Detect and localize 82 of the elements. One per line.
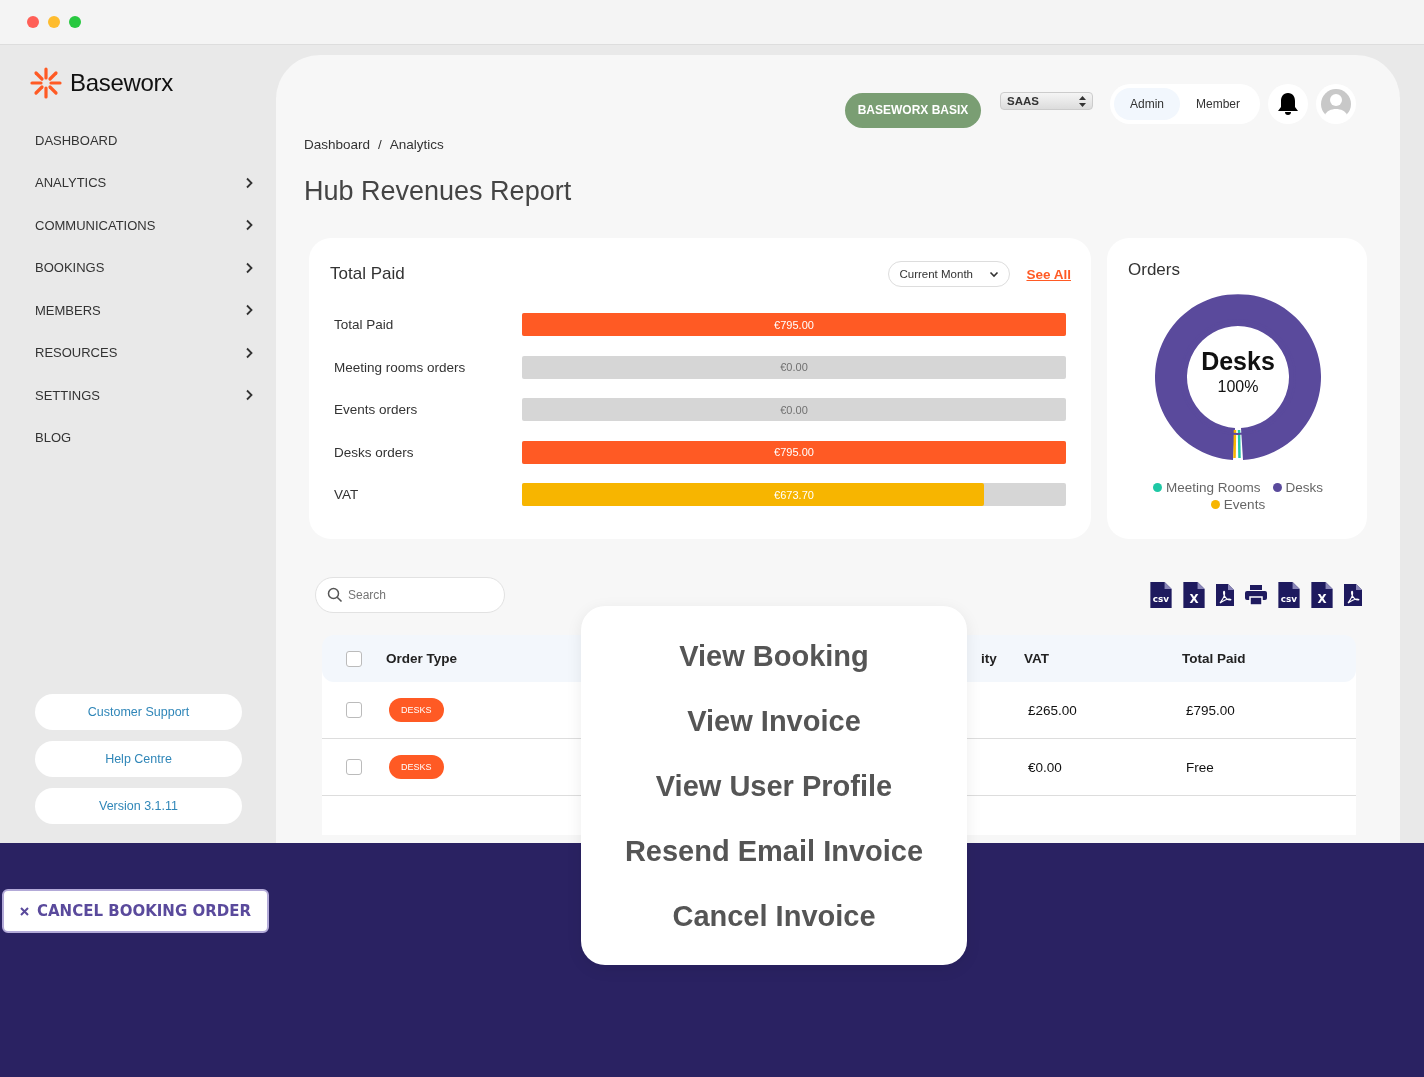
avatar-icon — [1320, 88, 1352, 120]
column-header: ity — [981, 651, 998, 666]
menu-item[interactable]: Cancel Invoice — [672, 898, 876, 934]
breadcrumb-current: Analytics — [389, 137, 444, 152]
chevron-icon — [245, 176, 253, 189]
csv-file-icon[interactable]: csv — [1150, 582, 1172, 608]
minimize-icon[interactable] — [48, 16, 60, 28]
checkbox[interactable] — [346, 702, 362, 718]
csv-file-icon[interactable]: csv — [1278, 582, 1300, 608]
sidebar-button[interactable]: Help Centre — [35, 741, 242, 777]
bell-icon — [1277, 92, 1299, 116]
period-dropdown[interactable]: Current Month — [888, 261, 1011, 287]
legend-label: Meeting Rooms — [1165, 480, 1261, 495]
sidebar-item[interactable]: ANALYTICS — [30, 171, 253, 194]
bar-value: €0.00 — [780, 361, 808, 373]
chevron-icon — [245, 389, 253, 402]
sidebar-item[interactable]: SETTINGS — [30, 384, 253, 407]
search-field[interactable]: Search — [315, 577, 505, 613]
pdf-file-icon[interactable] — [1216, 584, 1234, 606]
bar-label: VAT — [334, 487, 360, 502]
page-title: Hub Revenues Report — [304, 176, 573, 207]
avatar-button[interactable] — [1316, 84, 1356, 124]
maximize-icon[interactable] — [69, 16, 81, 28]
column-header: Total Paid — [1182, 651, 1247, 666]
donut-label: Desks — [1201, 346, 1275, 376]
search-icon — [327, 587, 343, 603]
bar-label: Meeting rooms orders — [334, 359, 467, 375]
table-cell-text: £265.00 — [1027, 702, 1078, 718]
column-header: Order Type — [386, 651, 459, 666]
menu-item[interactable]: Resend Email Invoice — [624, 833, 924, 869]
bar-label: Total Paid — [334, 317, 395, 332]
close-icon — [20, 906, 29, 916]
breadcrumb-separator: / — [378, 137, 382, 152]
chevron-icon — [245, 346, 253, 359]
sidebar-item[interactable]: COMMUNICATIONS — [30, 214, 253, 237]
order-type-tag: DESKS — [389, 698, 444, 722]
logo-icon — [30, 67, 62, 99]
sidebar-item[interactable]: RESOURCES — [30, 341, 253, 364]
chevron-icon — [245, 219, 253, 232]
role-tab[interactable]: Admin — [1113, 88, 1180, 120]
table-cell-text: £795.00 — [1185, 702, 1236, 718]
sort-arrows-icon — [1078, 95, 1086, 107]
sidebar-item[interactable]: BLOG — [30, 426, 253, 449]
menu-item[interactable]: View Booking — [679, 638, 869, 674]
bar-value: €795.00 — [774, 446, 814, 458]
sidebar-button[interactable]: Version 3.1.11 — [35, 788, 242, 824]
checkbox[interactable] — [346, 759, 362, 775]
donut-value: 100% — [1217, 377, 1259, 396]
bar-value: €673.70 — [774, 488, 814, 501]
bar-value: €795.00 — [774, 318, 814, 331]
card-title: Total Paid — [330, 264, 405, 284]
cancel-booking-button[interactable]: CANCEL BOOKING ORDER — [2, 889, 269, 933]
pdf-file-icon[interactable] — [1344, 584, 1362, 606]
breadcrumb-link[interactable]: Dashboard — [304, 137, 371, 152]
legend-label: Events — [1223, 497, 1266, 512]
sidebar-item[interactable]: BOOKINGS — [30, 256, 253, 279]
sidebar-item[interactable]: DASHBOARD — [30, 129, 253, 152]
notification-button[interactable] — [1268, 84, 1308, 124]
role-tab[interactable]: Member — [1180, 88, 1256, 120]
sidebar-item[interactable]: MEMBERS — [30, 299, 253, 322]
close-icon[interactable] — [27, 16, 39, 28]
bar-label: Events orders — [334, 402, 419, 417]
bar-value: €0.00 — [780, 403, 808, 416]
excel-file-icon[interactable]: X — [1183, 582, 1205, 608]
chevron-icon — [989, 270, 1000, 278]
select-field[interactable]: SAAS — [999, 92, 1093, 110]
card-title: Orders — [1128, 260, 1181, 280]
order-type-tag: DESKS — [389, 755, 444, 779]
table-cell-text: €0.00 — [1027, 759, 1063, 775]
chevron-icon — [245, 261, 253, 274]
legend-label: Desks — [1285, 480, 1324, 495]
chevron-icon — [245, 304, 253, 317]
sidebar-button[interactable]: Customer Support — [35, 694, 242, 730]
menu-item[interactable]: View User Profile — [655, 768, 893, 804]
excel-file-icon[interactable]: X — [1311, 582, 1333, 608]
brand-name: Baseworx — [70, 69, 173, 97]
table-cell-text: Free — [1185, 759, 1215, 775]
printer-icon[interactable] — [1245, 585, 1267, 605]
bar-label: Desks orders — [334, 444, 415, 460]
menu-item[interactable]: View Invoice — [687, 703, 861, 739]
column-header: VAT — [1024, 651, 1050, 666]
checkbox[interactable] — [346, 650, 362, 667]
